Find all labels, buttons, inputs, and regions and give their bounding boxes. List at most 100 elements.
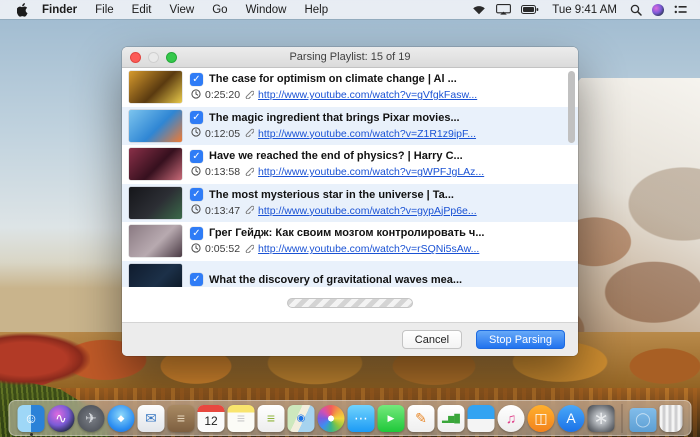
launchpad-icon[interactable]: ✈ bbox=[78, 405, 105, 432]
traffic-lights bbox=[130, 52, 177, 63]
window-titlebar[interactable]: Parsing Playlist: 15 of 19 bbox=[122, 47, 578, 68]
list-item[interactable]: ✓ The magic ingredient that brings Pixar … bbox=[122, 107, 578, 146]
clock-icon bbox=[191, 243, 201, 256]
trash-icon[interactable] bbox=[660, 405, 683, 432]
maps-icon-glyph: ◉ bbox=[297, 413, 306, 424]
stop-parsing-button[interactable]: Stop Parsing bbox=[476, 330, 565, 349]
video-list[interactable]: ✓The case for optimism on climate change… bbox=[122, 68, 578, 287]
video-checkbox[interactable]: ✓ bbox=[190, 73, 203, 86]
system-preferences-icon[interactable]: ∗ bbox=[588, 405, 615, 432]
notes-icon[interactable]: ≡ bbox=[228, 405, 255, 432]
video-thumbnail bbox=[129, 187, 182, 219]
video-url[interactable]: http://www.youtube.com/watch?v=rSQNi5sAw… bbox=[258, 243, 479, 255]
siri-icon[interactable] bbox=[652, 4, 664, 16]
calendar-day: 12 bbox=[204, 414, 217, 428]
video-info: ✓Грег Гейдж: Как своим мозгом контролиро… bbox=[190, 227, 484, 256]
notification-center-icon[interactable] bbox=[674, 4, 687, 15]
link-icon bbox=[244, 243, 254, 256]
menu-bar-left: FinderFileEditViewGoWindowHelp bbox=[0, 3, 337, 17]
zoom-button[interactable] bbox=[166, 52, 177, 63]
video-url[interactable]: http://www.youtube.com/watch?v=gVfgkFasw… bbox=[258, 89, 477, 101]
menu-item-edit[interactable]: Edit bbox=[123, 4, 161, 16]
messages-icon[interactable]: ⋯ bbox=[348, 405, 375, 432]
calendar-icon[interactable]: 12 bbox=[198, 405, 225, 432]
video-duration: 0:13:47 bbox=[205, 205, 240, 217]
finder-icon[interactable]: ☺ bbox=[18, 405, 45, 432]
facetime-icon-glyph: ▶ bbox=[388, 413, 395, 424]
mail-icon[interactable]: ✉ bbox=[138, 405, 165, 432]
pages-icon[interactable]: ✎ bbox=[408, 405, 435, 432]
video-title-line: ✓Have we reached the end of physics? | H… bbox=[190, 150, 484, 163]
video-info: ✓The most mysterious star in the univers… bbox=[190, 188, 477, 217]
pages-icon-glyph: ✎ bbox=[415, 410, 427, 427]
facetime-icon[interactable]: ▶ bbox=[378, 405, 405, 432]
video-thumbnail bbox=[129, 264, 182, 287]
appstore-icon[interactable]: A bbox=[558, 405, 585, 432]
itunes-icon[interactable]: ♫ bbox=[498, 405, 525, 432]
safari-icon[interactable]: ◆ bbox=[108, 405, 135, 432]
list-item[interactable]: ✓ What the discovery of gravitational wav… bbox=[122, 261, 578, 288]
video-checkbox[interactable]: ✓ bbox=[190, 111, 203, 124]
wifi-icon[interactable] bbox=[472, 4, 486, 15]
appstore-icon-glyph: A bbox=[566, 410, 575, 426]
video-title-line: ✓ The magic ingredient that brings Pixar … bbox=[190, 111, 476, 124]
menubar-clock[interactable]: Tue 9:41 AM bbox=[544, 4, 625, 16]
reminders-icon-glyph: ≡ bbox=[267, 410, 275, 426]
reminders-icon[interactable]: ≡ bbox=[258, 405, 285, 432]
contacts-icon[interactable]: ≡ bbox=[168, 405, 195, 432]
ibooks-icon[interactable]: ◫ bbox=[528, 405, 555, 432]
video-url[interactable]: http://www.youtube.com/watch?v=gypAjPp6e… bbox=[258, 205, 477, 217]
spotlight-icon[interactable] bbox=[630, 4, 642, 16]
notes-icon-glyph: ≡ bbox=[237, 410, 245, 426]
scrollbar-thumb[interactable] bbox=[568, 71, 575, 143]
downloads-folder-icon[interactable]: ◯ bbox=[630, 408, 657, 432]
numbers-icon[interactable]: ▂▆█ bbox=[438, 405, 465, 432]
menu-item-file[interactable]: File bbox=[86, 4, 123, 16]
display-icon[interactable] bbox=[496, 4, 511, 15]
menu-bar-right: Tue 9:41 AM bbox=[467, 4, 700, 16]
video-duration: 0:05:52 bbox=[205, 243, 240, 255]
itunes-icon-glyph: ♫ bbox=[506, 410, 517, 426]
keynote-icon[interactable] bbox=[468, 405, 495, 432]
video-checkbox[interactable]: ✓ bbox=[190, 273, 203, 286]
maps-icon[interactable]: ◉ bbox=[288, 405, 315, 432]
video-checkbox[interactable]: ✓ bbox=[190, 150, 203, 163]
close-button[interactable] bbox=[130, 52, 141, 63]
list-item[interactable]: ✓Грег Гейдж: Как своим мозгом контролиро… bbox=[122, 222, 578, 261]
menu-item-view[interactable]: View bbox=[161, 4, 204, 16]
video-info: ✓ What the discovery of gravitational wav… bbox=[190, 273, 462, 286]
siri-icon[interactable]: ∿ bbox=[48, 405, 75, 432]
photos-icon[interactable] bbox=[318, 405, 345, 432]
apple-icon[interactable] bbox=[17, 3, 29, 17]
list-item[interactable]: ✓Have we reached the end of physics? | H… bbox=[122, 145, 578, 184]
battery-icon[interactable] bbox=[521, 5, 539, 14]
clock-icon bbox=[191, 204, 201, 217]
menu-item-go[interactable]: Go bbox=[203, 4, 236, 16]
video-title: The magic ingredient that brings Pixar m… bbox=[209, 112, 460, 124]
video-thumbnail bbox=[129, 71, 182, 103]
video-meta-line: 0:13:47 http://www.youtube.com/watch?v=gy… bbox=[191, 204, 477, 217]
siri-icon-glyph: ∿ bbox=[55, 410, 67, 427]
list-item[interactable]: ✓The case for optimism on climate change… bbox=[122, 68, 578, 107]
menu-item-window[interactable]: Window bbox=[237, 4, 296, 16]
list-item[interactable]: ✓The most mysterious star in the univers… bbox=[122, 184, 578, 223]
video-meta-line: 0:12:05 http://www.youtube.com/watch?v=Z1… bbox=[191, 127, 476, 140]
desktop: FinderFileEditViewGoWindowHelp Tue 9:41 … bbox=[0, 0, 700, 437]
video-checkbox[interactable]: ✓ bbox=[190, 227, 203, 240]
video-url[interactable]: http://www.youtube.com/watch?v=Z1R1z9ipF… bbox=[258, 128, 476, 140]
messages-icon-glyph: ⋯ bbox=[354, 410, 368, 427]
finder-icon-glyph: ☺ bbox=[24, 410, 38, 426]
video-info: ✓Have we reached the end of physics? | H… bbox=[190, 150, 484, 179]
cancel-button[interactable]: Cancel bbox=[402, 330, 462, 349]
running-indicator bbox=[30, 433, 33, 436]
menu-item-finder[interactable]: Finder bbox=[33, 4, 86, 16]
menu-item-help[interactable]: Help bbox=[295, 4, 337, 16]
video-checkbox[interactable]: ✓ bbox=[190, 188, 203, 201]
minimize-button bbox=[148, 52, 159, 63]
video-url[interactable]: http://www.youtube.com/watch?v=gWPFJgLAz… bbox=[258, 166, 484, 178]
calendar-month-strip bbox=[198, 405, 225, 412]
video-title: What the discovery of gravitational wave… bbox=[209, 274, 462, 286]
video-duration: 0:12:05 bbox=[205, 128, 240, 140]
dock: ☺∿✈◆✉≡12≡≡◉⋯▶✎▂▆█♫◫A∗◯ bbox=[9, 400, 692, 436]
clock-icon bbox=[191, 89, 201, 102]
